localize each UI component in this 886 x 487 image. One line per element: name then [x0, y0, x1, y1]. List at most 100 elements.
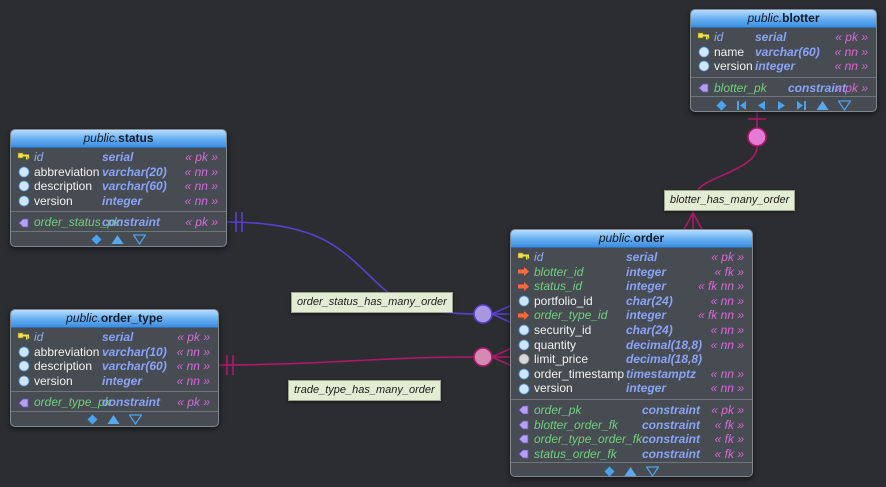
constraint-icon — [17, 395, 30, 410]
entity-header[interactable]: public.order_type — [11, 310, 218, 328]
column-row[interactable]: version integer « nn » — [11, 194, 226, 209]
column-row[interactable]: order_type_id integer « fk nn » — [511, 308, 752, 323]
expand-up-icon[interactable] — [816, 100, 829, 111]
expand-up-icon[interactable] — [624, 466, 637, 476]
collapse-down-icon[interactable] — [838, 100, 851, 111]
table-name: order_type — [100, 311, 163, 325]
column-row[interactable]: id serial « pk » — [11, 330, 218, 345]
column-flag: « nn » — [834, 44, 868, 59]
column-type: varchar(60) — [102, 359, 167, 374]
foreign-key-arrow-icon — [517, 308, 530, 323]
collapse-down-icon[interactable] — [129, 414, 142, 426]
constraint-list: blotter_pk constraint « pk » — [691, 79, 876, 97]
column-flag: « nn » — [710, 337, 744, 352]
entity-footer-toolbar — [511, 462, 752, 476]
entity-blotter[interactable]: public.blotter id serial « pk » name varchar(… — [690, 9, 877, 112]
constraint-flag: « pk » — [711, 402, 744, 417]
collapse-down-icon[interactable] — [646, 466, 659, 476]
diamond-icon[interactable] — [87, 414, 98, 425]
column-type: integer — [626, 308, 667, 323]
column-name: name — [714, 44, 745, 59]
column-row[interactable]: description varchar(60) « nn » — [11, 359, 218, 374]
collapse-down-icon[interactable] — [133, 234, 146, 246]
column-row[interactable]: description varchar(60) « nn » — [11, 179, 226, 194]
first-page-icon[interactable] — [736, 100, 747, 111]
column-circle-icon — [697, 45, 710, 60]
column-row[interactable]: id serial « pk » — [511, 250, 752, 265]
constraint-name: order_pk — [534, 402, 582, 417]
column-flag: « nn » — [184, 164, 218, 179]
column-flag: « pk » — [835, 30, 868, 44]
column-row[interactable]: name varchar(60) « nn » — [691, 45, 876, 60]
column-row[interactable]: quantity decimal(18,8) « nn » — [511, 338, 752, 353]
constraint-row[interactable]: order_pk constraint « pk » — [511, 403, 752, 418]
last-page-icon[interactable] — [796, 100, 807, 111]
primary-key-icon — [697, 30, 710, 45]
edge-trade-type-has-many-order[interactable] — [217, 356, 475, 366]
column-flag: « nn » — [710, 381, 744, 396]
column-circle-icon — [17, 359, 30, 374]
column-row[interactable]: id serial « pk » — [11, 150, 226, 165]
edge-status-crow-3 — [491, 313, 513, 324]
expand-up-icon[interactable] — [107, 414, 120, 425]
column-circle-icon — [517, 367, 530, 382]
column-type: char(24) — [626, 322, 673, 337]
column-row[interactable]: status_id integer « fk nn » — [511, 279, 752, 294]
column-row[interactable]: version integer « nn » — [11, 374, 218, 389]
column-flag: « nn » — [184, 179, 218, 194]
prev-page-icon[interactable] — [756, 100, 767, 111]
constraint-row[interactable]: order_type_order_fk constraint « fk » — [511, 432, 752, 447]
column-row[interactable]: limit_price decimal(18,8) — [511, 352, 752, 367]
column-type: serial — [626, 250, 658, 264]
expand-up-icon[interactable] — [111, 234, 124, 245]
relationship-label-blotter-has-many-order[interactable]: blotter_has_many_order — [664, 190, 796, 211]
entity-header[interactable]: public.order — [511, 230, 752, 248]
diamond-icon[interactable] — [716, 100, 727, 111]
column-row[interactable]: version integer « nn » — [691, 59, 876, 74]
column-name: portfolio_id — [534, 293, 593, 308]
column-flag: « nn » — [184, 193, 218, 208]
column-circle-icon — [517, 323, 530, 338]
section-divider — [11, 391, 218, 393]
column-name: abbreviation — [34, 164, 100, 179]
column-row[interactable]: blotter_id integer « fk » — [511, 265, 752, 280]
column-row[interactable]: abbreviation varchar(20) « nn » — [11, 165, 226, 180]
constraint-row[interactable]: status_order_fk constraint « fk » — [511, 447, 752, 462]
constraint-row[interactable]: order_type_pk constraint « pk » — [11, 395, 218, 410]
entity-header[interactable]: public.status — [11, 130, 226, 148]
constraint-row[interactable]: order_status_pk constraint « pk » — [11, 215, 226, 230]
diamond-icon[interactable] — [91, 234, 102, 245]
entity-status[interactable]: public.status id serial « pk » abbreviation v… — [10, 129, 227, 247]
column-type: integer — [626, 279, 667, 294]
column-circle-icon — [17, 165, 30, 180]
column-row[interactable]: id serial « pk » — [691, 30, 876, 45]
constraint-type: constraint — [642, 446, 701, 461]
constraint-row[interactable]: blotter_pk constraint « pk » — [691, 81, 876, 96]
relationship-label-order-status-has-many-order[interactable]: order_status_has_many_order — [291, 292, 453, 313]
column-type: integer — [102, 193, 143, 208]
primary-key-icon — [17, 330, 30, 345]
entity-order[interactable]: public.order id serial « pk » blotter_id inte… — [510, 229, 753, 477]
column-circle-icon — [517, 294, 530, 309]
column-type: integer — [626, 264, 667, 279]
column-row[interactable]: abbreviation varchar(10) « nn » — [11, 345, 218, 360]
column-name: order_timestamp — [534, 366, 625, 381]
column-row[interactable]: order_timestamp timestamptz « nn » — [511, 367, 752, 382]
relationship-label-trade-type-has-many-order[interactable]: trade_type_has_many_order — [288, 380, 441, 401]
entity-footer-toolbar — [691, 96, 876, 111]
column-row[interactable]: version integer « nn » — [511, 381, 752, 396]
column-flag: « nn » — [176, 359, 210, 374]
constraint-type: constraint — [642, 432, 701, 447]
table-name: blotter — [782, 11, 820, 25]
diamond-icon[interactable] — [604, 466, 615, 476]
next-page-icon[interactable] — [776, 100, 787, 111]
column-row[interactable]: portfolio_id char(24) « nn » — [511, 294, 752, 309]
column-circle-icon — [17, 374, 30, 389]
constraint-name: blotter_order_fk — [534, 417, 619, 432]
column-circle-icon — [517, 352, 530, 367]
column-row[interactable]: security_id char(24) « nn » — [511, 323, 752, 338]
entity-header[interactable]: public.blotter — [691, 10, 876, 28]
column-circle-icon — [17, 194, 30, 209]
entity-order-type[interactable]: public.order_type id serial « pk » abbreviat… — [10, 309, 219, 427]
constraint-row[interactable]: blotter_order_fk constraint « fk » — [511, 418, 752, 433]
